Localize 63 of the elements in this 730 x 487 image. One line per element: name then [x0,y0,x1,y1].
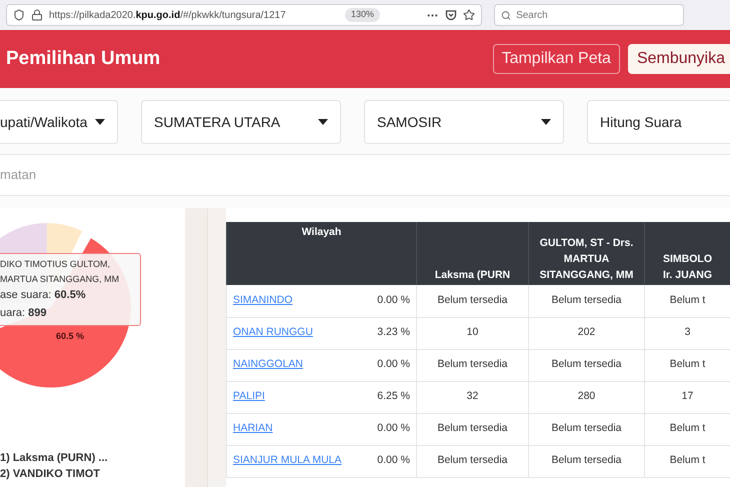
lock-icon [31,9,43,21]
show-map-button[interactable]: Tampilkan Peta [492,44,620,74]
vote-value: Belum tersedia [551,294,622,306]
vote-value: Belum tersedia [437,294,508,306]
column-header: GULTOM, ST - Drs. MARTUA SITANGGANG, MM [528,222,644,285]
shield-icon [13,9,25,21]
percent-text: 0.00 % [377,292,410,308]
region-link[interactable]: SIMANINDO [233,292,293,309]
region-link[interactable]: ONAN RUNGGU [233,325,313,341]
kecamatan-input[interactable]: matan [0,165,730,185]
region-link[interactable]: SIANJUR MULA MULA [233,453,342,469]
vote-value: Belum t [670,294,706,306]
hide-button[interactable]: Sembunyika [628,44,730,74]
vote-value: Belum tersedia [437,358,508,370]
vote-value: 202 [578,326,596,338]
vote-value: Belum t [670,422,706,434]
slice-label: 60.5 % [56,330,84,343]
legend-item: 1) Laksma (PURN) ... [0,451,108,466]
vote-value: Belum t [670,454,706,466]
region-link[interactable]: HARIAN [233,421,273,437]
url-field[interactable]: https://pilkada2020.kpu.go.id/#/pkwkk/tungsura/1217 130% [6,4,482,26]
search-input[interactable]: Search [516,8,677,22]
percent-text: 0.00 % [377,357,410,372]
vote-value: Belum tersedia [437,454,508,466]
legend-item: 2) VANDIKO TIMOT [0,467,102,482]
kecamatan-field[interactable]: matan [0,154,730,196]
vote-value: 3 [684,326,690,338]
dropdown-select[interactable]: SAMOSIR [364,100,564,144]
caret-icon [95,119,105,125]
vote-value: 280 [578,390,596,402]
vote-value: 17 [682,390,694,402]
search-icon [501,10,512,20]
star-icon[interactable] [463,9,475,21]
column-header: SIMBOLO Ir. JUANG [644,222,730,285]
vote-value: 32 [466,390,478,402]
pocket-icon[interactable] [445,9,457,21]
zoom-level[interactable]: 130% [344,8,380,22]
percent-text: 6.25 % [377,389,410,404]
url-text: https://pilkada2020.kpu.go.id/#/pkwkk/tungsura/1217 [49,8,286,22]
vote-value: Belum t [670,358,706,370]
dropdown-select[interactable]: Hitung Suara [587,100,730,144]
region-link[interactable]: NAINGGOLAN [233,357,304,373]
tooltip-text: DIKO TIMOTIUS GULTOM, [0,258,112,271]
tooltip-text: uara: 899 [0,306,48,320]
caret-icon [541,119,551,125]
vote-value: 10 [466,326,478,338]
vote-value: Belum tersedia [551,454,622,466]
site-title: Pemilihan Umum [6,46,160,71]
column-header: Laksma (PURN [416,222,528,285]
region-link[interactable]: PALIPI [233,389,265,405]
column-header: Wilayah [226,222,416,285]
caret-icon [318,119,328,125]
vote-value: Belum tersedia [551,422,622,434]
dropdown-select[interactable]: upati/Walikota [0,100,118,144]
vote-value: Belum tersedia [437,422,508,434]
percent-text: 0.00 % [377,453,410,468]
tooltip-text: MARTUA SITANGGANG, MM [0,272,120,286]
percent-text: 3.23 % [377,325,410,340]
tooltip-text: ase suara: 60.5% [0,288,87,303]
vote-value: Belum tersedia [551,358,622,370]
percent-text: 0.00 % [377,421,410,436]
dropdown-select[interactable]: SUMATERA UTARA [141,100,341,144]
search-field[interactable]: Search [494,4,684,26]
